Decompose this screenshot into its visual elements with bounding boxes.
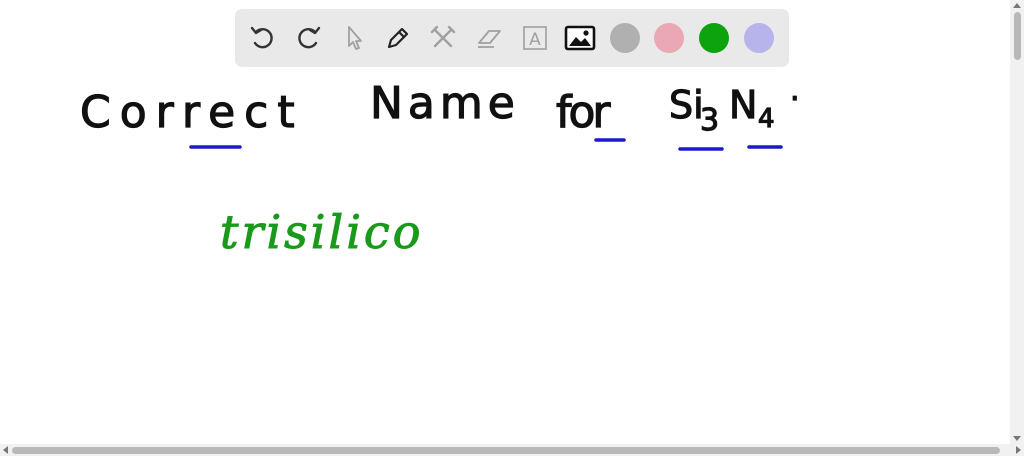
text-tool-glyph: A (529, 30, 541, 50)
text-button[interactable]: A (519, 22, 551, 54)
select-button[interactable] (338, 22, 370, 54)
pen-button[interactable] (382, 22, 414, 54)
redo-button[interactable] (292, 22, 324, 54)
drawing-toolbar: A (235, 9, 789, 67)
horizontal-scroll-thumb[interactable] (12, 447, 1000, 454)
undo-icon (250, 26, 273, 49)
pointer-icon (348, 26, 362, 50)
eraser-icon (478, 30, 501, 48)
text-trisilico: trisilico (220, 205, 423, 259)
formula-si: Si (669, 83, 704, 127)
formula-sub-3: 3 (700, 103, 719, 138)
color-swatch-green[interactable] (699, 23, 729, 53)
undo-button[interactable] (247, 22, 279, 54)
color-swatch-pink[interactable] (654, 23, 684, 53)
horizontal-scrollbar[interactable] (0, 444, 1024, 456)
color-swatch-lavender[interactable] (744, 23, 774, 53)
eraser-button[interactable] (473, 22, 505, 54)
image-icon (564, 25, 596, 51)
text-icon: A (523, 26, 547, 50)
pencil-icon (387, 27, 409, 49)
text-period: . (790, 73, 800, 108)
whiteboard-app: Correct Name for Si 3 N 4 . trisilico A (0, 0, 1024, 456)
color-swatch-gray[interactable] (610, 23, 640, 53)
vertical-scrollbar[interactable] (1010, 0, 1024, 444)
text-name: Name (370, 78, 520, 129)
text-for: for (556, 87, 611, 138)
redo-icon (298, 26, 321, 49)
scroll-left-arrow-icon[interactable] (3, 446, 8, 454)
vertical-scroll-thumb[interactable] (1014, 12, 1021, 60)
image-button[interactable] (564, 22, 596, 54)
formula-n: N (729, 83, 757, 127)
scroll-up-arrow-icon[interactable] (1013, 3, 1021, 8)
tools-button[interactable] (427, 22, 459, 54)
scroll-right-arrow-icon[interactable] (1016, 446, 1021, 454)
formula-sub-4: 4 (758, 104, 775, 134)
text-correct: Correct (80, 87, 304, 138)
scroll-down-arrow-icon[interactable] (1013, 436, 1021, 441)
tools-icon (430, 25, 456, 48)
